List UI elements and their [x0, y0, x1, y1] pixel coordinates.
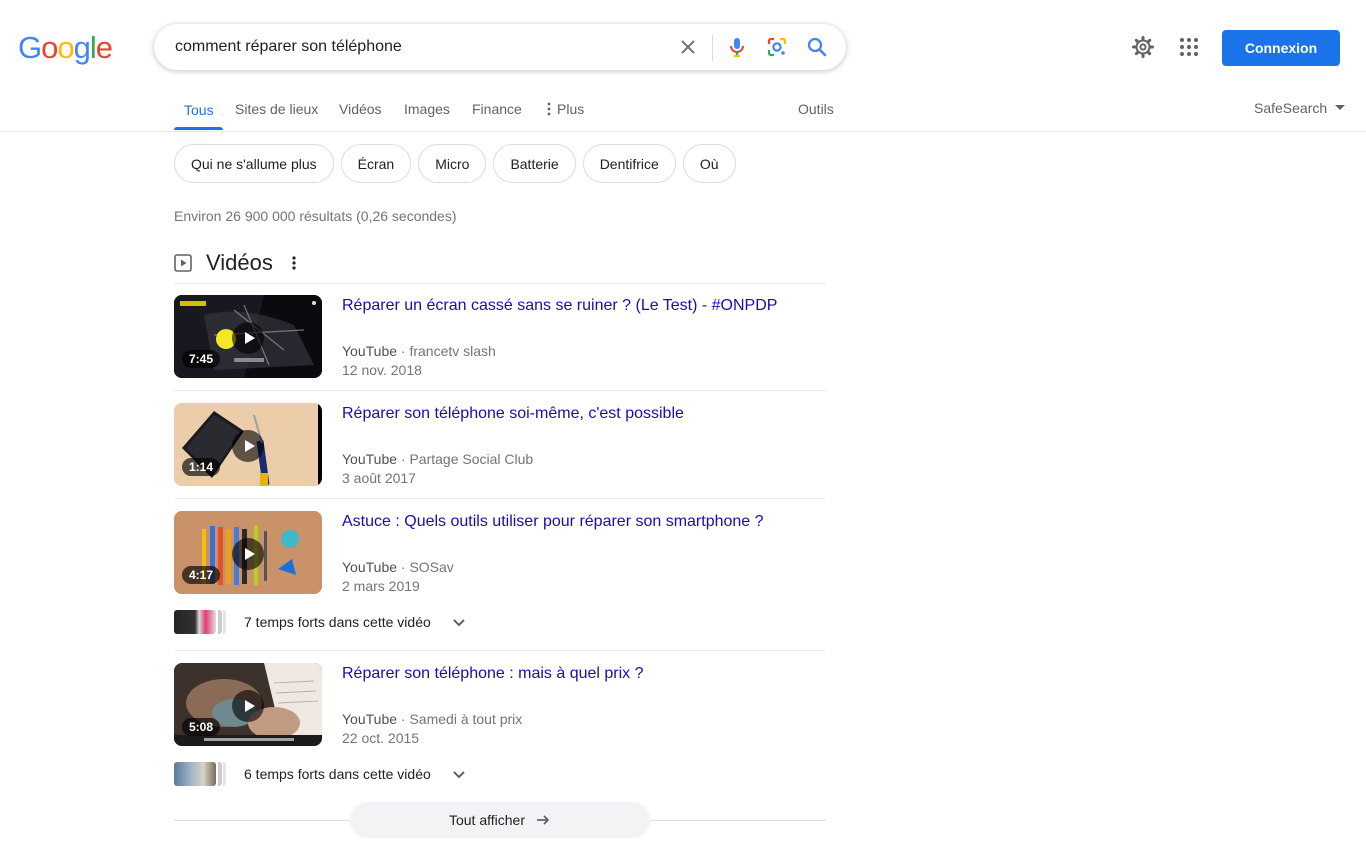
signin-button[interactable]: Connexion	[1222, 30, 1340, 66]
video-source: YouTube · francetv slash	[342, 343, 496, 359]
video-channel: · Partage Social Club	[400, 451, 534, 467]
logo-letter: o	[41, 30, 58, 65]
video-thumbnail[interactable]: 4:17	[174, 511, 322, 594]
search-divider	[712, 35, 713, 61]
show-all-button[interactable]: Tout afficher	[350, 802, 650, 838]
logo-letter: g	[73, 30, 91, 65]
video-source: YouTube · Partage Social Club	[342, 451, 533, 467]
key-moments-thumbnails	[174, 762, 226, 786]
lens-icon[interactable]	[765, 35, 789, 59]
divider	[174, 498, 826, 499]
google-logo[interactable]: Google	[18, 30, 113, 65]
microphone-icon[interactable]	[725, 35, 749, 59]
clear-icon[interactable]	[676, 35, 700, 59]
chip[interactable]: Écran	[340, 144, 412, 183]
play-icon	[232, 538, 264, 570]
divider	[174, 283, 826, 284]
video-duration: 7:45	[182, 350, 221, 368]
active-tab-indicator	[174, 127, 223, 130]
key-moments-thumbnails	[174, 610, 226, 634]
logo-letter: o	[57, 30, 74, 65]
video-channel: · SOSav	[400, 559, 454, 575]
refinement-chips: Qui ne s'allume plus Écran Micro Batteri…	[174, 144, 736, 183]
chip[interactable]: Où	[682, 144, 736, 183]
divider	[174, 390, 826, 391]
apps-grid-icon[interactable]	[1177, 35, 1201, 59]
video-channel: · Samedi à tout prix	[400, 711, 523, 727]
video-platform: YouTube	[342, 343, 398, 359]
key-moments-toggle[interactable]: 7 temps forts dans cette vidéo	[174, 610, 467, 634]
video-platform: YouTube	[342, 711, 398, 727]
video-result[interactable]: 7:45 Réparer un écran cassé sans se ruin…	[174, 295, 826, 379]
video-result[interactable]: 5:08 Réparer son téléphone : mais à quel…	[174, 663, 826, 747]
video-duration: 5:08	[182, 718, 221, 736]
tab-all[interactable]: Tous	[184, 102, 214, 118]
video-date: 12 nov. 2018	[342, 362, 422, 378]
chevron-down-icon	[453, 619, 465, 627]
video-title-link[interactable]: Astuce : Quels outils utiliser pour répa…	[342, 513, 764, 531]
key-moments-label: 6 temps forts dans cette vidéo	[244, 766, 431, 782]
video-channel: · francetv slash	[400, 343, 496, 359]
more-vert-icon	[547, 102, 551, 116]
video-date: 2 mars 2019	[342, 578, 420, 594]
video-date: 22 oct. 2015	[342, 730, 420, 746]
chip[interactable]: Micro	[418, 144, 487, 183]
tab-finance[interactable]: Finance	[472, 101, 522, 117]
search-box[interactable]: comment réparer son téléphone	[154, 24, 846, 70]
video-result[interactable]: 4:17 Astuce : Quels outils utiliser pour…	[174, 511, 826, 595]
tools-button[interactable]: Outils	[798, 101, 834, 117]
tab-more-label: Plus	[557, 101, 585, 117]
tab-places[interactable]: Sites de lieux	[235, 101, 318, 117]
more-vert-icon[interactable]	[285, 254, 303, 272]
chip[interactable]: Dentifrice	[582, 144, 676, 183]
videos-section-header: Vidéos	[174, 250, 303, 276]
safesearch-button[interactable]: SafeSearch	[1254, 100, 1346, 116]
video-title-link[interactable]: Réparer un écran cassé sans se ruiner ? …	[342, 297, 777, 315]
safesearch-label: SafeSearch	[1254, 100, 1328, 116]
video-platform: YouTube	[342, 451, 398, 467]
result-stats: Environ 26 900 000 résultats (0,26 secon…	[174, 208, 457, 224]
video-platform: YouTube	[342, 559, 398, 575]
video-date: 3 août 2017	[342, 470, 416, 486]
video-source: YouTube · Samedi à tout prix	[342, 711, 522, 727]
play-icon	[232, 690, 264, 722]
video-title-link[interactable]: Réparer son téléphone soi-même, c'est po…	[342, 405, 684, 423]
tabs-divider	[0, 131, 1366, 132]
video-thumbnail[interactable]: 5:08	[174, 663, 322, 746]
play-icon	[232, 430, 264, 462]
video-result[interactable]: 1:14 Réparer son téléphone soi-même, c'e…	[174, 403, 826, 487]
key-moments-toggle[interactable]: 6 temps forts dans cette vidéo	[174, 762, 467, 786]
logo-letter: G	[18, 30, 42, 65]
divider	[174, 650, 826, 651]
videos-section-title: Vidéos	[206, 250, 273, 275]
chip[interactable]: Qui ne s'allume plus	[174, 144, 334, 183]
arrow-right-icon	[537, 815, 550, 825]
search-input[interactable]: comment réparer son téléphone	[175, 38, 402, 56]
chevron-down-icon	[453, 771, 465, 779]
key-moments-label: 7 temps forts dans cette vidéo	[244, 614, 431, 630]
gear-icon[interactable]	[1131, 35, 1155, 59]
chip[interactable]: Batterie	[493, 144, 576, 183]
show-all-label: Tout afficher	[448, 812, 525, 828]
search-icon[interactable]	[805, 35, 829, 59]
video-section-icon	[174, 254, 192, 272]
video-duration: 4:17	[182, 566, 221, 584]
video-source: YouTube · SOSav	[342, 559, 454, 575]
tab-images[interactable]: Images	[404, 101, 450, 117]
video-thumbnail[interactable]: 1:14	[174, 403, 322, 486]
caret-down-icon	[1335, 105, 1346, 110]
video-duration: 1:14	[182, 458, 221, 476]
tab-more[interactable]: Plus	[547, 101, 584, 117]
play-icon	[232, 322, 264, 354]
logo-letter: e	[95, 30, 113, 65]
video-thumbnail[interactable]: 7:45	[174, 295, 322, 378]
tab-videos[interactable]: Vidéos	[339, 101, 382, 117]
video-title-link[interactable]: Réparer son téléphone : mais à quel prix…	[342, 665, 644, 683]
